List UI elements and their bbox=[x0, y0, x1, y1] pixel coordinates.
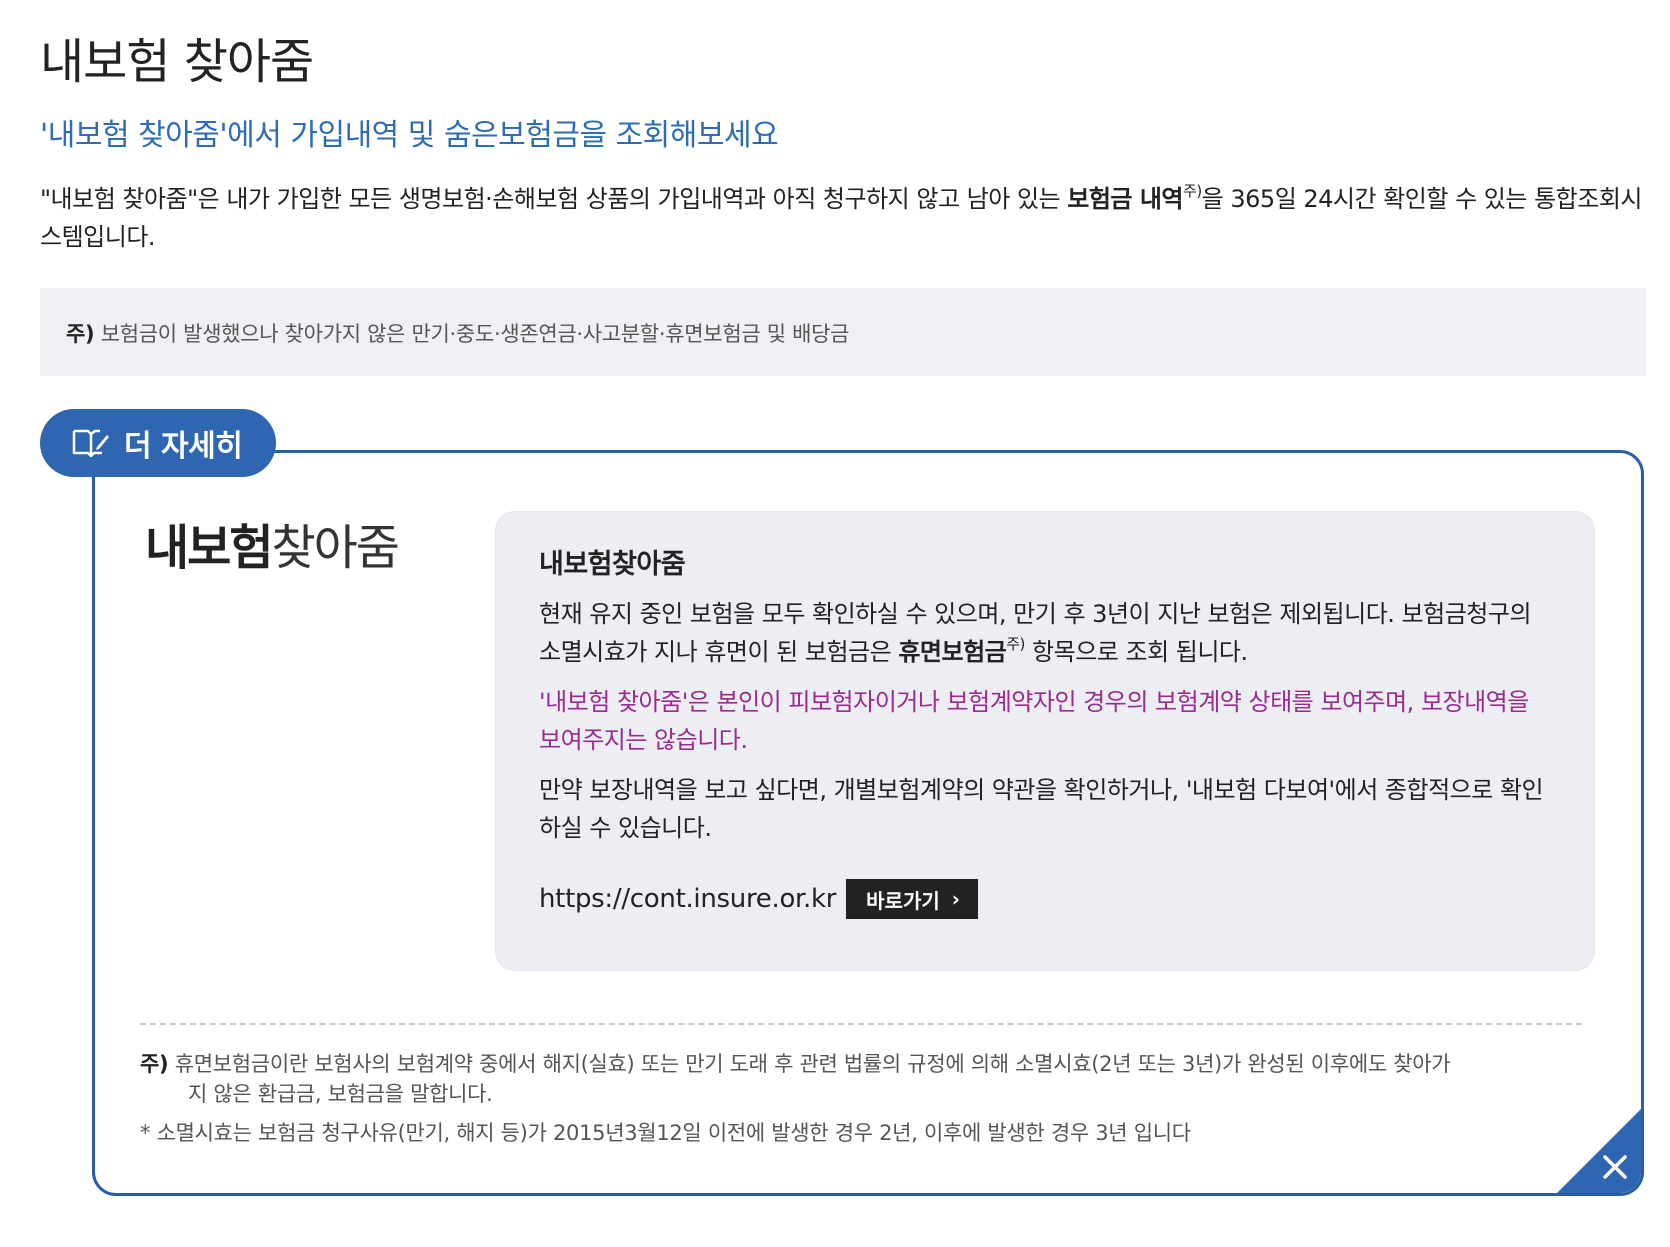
card-p1-footnote-mark: 주) bbox=[1006, 635, 1025, 653]
page-title: 내보험 찾아줌 bbox=[40, 34, 314, 90]
service-url[interactable]: https://cont.insure.or.kr bbox=[539, 884, 836, 914]
logo-bold-text: 내보험 bbox=[145, 520, 273, 576]
card-p1-bold: 휴면보험금 bbox=[898, 638, 1007, 666]
logo-light-text: 찾아줌 bbox=[271, 520, 399, 576]
go-button[interactable]: 바로가기 › bbox=[846, 879, 979, 919]
notice-text: 주) 보험금이 발생했으나 찾아가지 않은 만기·중도·생존연금·사고분할·휴면… bbox=[66, 318, 850, 348]
more-details-tab[interactable]: 더 자세히 bbox=[40, 409, 276, 477]
footnote-line-1: 휴면보험금이란 보험사의 보험계약 중에서 해지(실효) 또는 만기 도래 후 … bbox=[174, 1052, 1451, 1076]
card-paragraph-2: '내보험 찾아줌'은 본인이 피보험자이거나 보험계약자인 경우의 보험계약 상… bbox=[539, 688, 1529, 754]
link-row: https://cont.insure.or.kr 바로가기 › bbox=[539, 879, 1554, 919]
book-icon bbox=[72, 425, 110, 461]
intro-text-before: "내보험 찾아줌"은 내가 가입한 모든 생명보험·손해보험 상품의 가입내역과… bbox=[40, 185, 1068, 213]
intro-footnote-mark: 주) bbox=[1183, 182, 1202, 200]
dashed-divider bbox=[140, 1023, 1582, 1025]
notice-mark: 주) bbox=[66, 322, 95, 346]
card-paragraph-3: 만약 보장내역을 보고 싶다면, 개별보험계약의 약관을 확인하거나, '내보험… bbox=[539, 776, 1544, 842]
more-details-label: 더 자세히 bbox=[124, 429, 243, 464]
info-card: 내보험찾아줌 현재 유지 중인 보험을 모두 확인하실 수 있으며, 만기 후 … bbox=[495, 511, 1595, 971]
notice-box: 주) 보험금이 발생했으나 찾아가지 않은 만기·중도·생존연금·사고분할·휴면… bbox=[40, 288, 1646, 376]
footnote-statute: * 소멸시효는 보험금 청구사유(만기, 해지 등)가 2015년3월12일 이… bbox=[140, 1121, 1191, 1145]
intro-paragraph: "내보험 찾아줌"은 내가 가입한 모든 생명보험·손해보험 상품의 가입내역과… bbox=[40, 180, 1650, 256]
service-logo: 내보험찾아줌 bbox=[145, 508, 400, 578]
footnote-line-2: 지 않은 환급금, 보험금을 말합니다. bbox=[188, 1082, 493, 1106]
footnote-mark: 주) bbox=[140, 1052, 169, 1076]
notice-content: 보험금이 발생했으나 찾아가지 않은 만기·중도·생존연금·사고분할·휴면보험금… bbox=[100, 322, 850, 346]
footnote: 주) 휴면보험금이란 보험사의 보험계약 중에서 해지(실효) 또는 만기 도래… bbox=[140, 1049, 1540, 1109]
card-paragraph-1: 현재 유지 중인 보험을 모두 확인하실 수 있으며, 만기 후 3년이 지난 … bbox=[539, 595, 1554, 671]
go-button-label: 바로가기 bbox=[866, 888, 940, 913]
card-p1-after: 항목으로 조회 됩니다. bbox=[1024, 638, 1248, 666]
card-title: 내보험찾아줌 bbox=[539, 549, 686, 580]
page-subtitle: '내보험 찾아줌'에서 가입내역 및 숨은보험금을 조회해보세요 bbox=[40, 118, 779, 153]
chevron-right-icon: › bbox=[951, 887, 961, 911]
detail-panel: 내보험찾아줌 내보험찾아줌 현재 유지 중인 보험을 모두 확인하실 수 있으며… bbox=[92, 450, 1644, 1196]
close-icon[interactable] bbox=[1595, 1147, 1635, 1187]
intro-bold-term: 보험금 내역 bbox=[1067, 185, 1184, 213]
